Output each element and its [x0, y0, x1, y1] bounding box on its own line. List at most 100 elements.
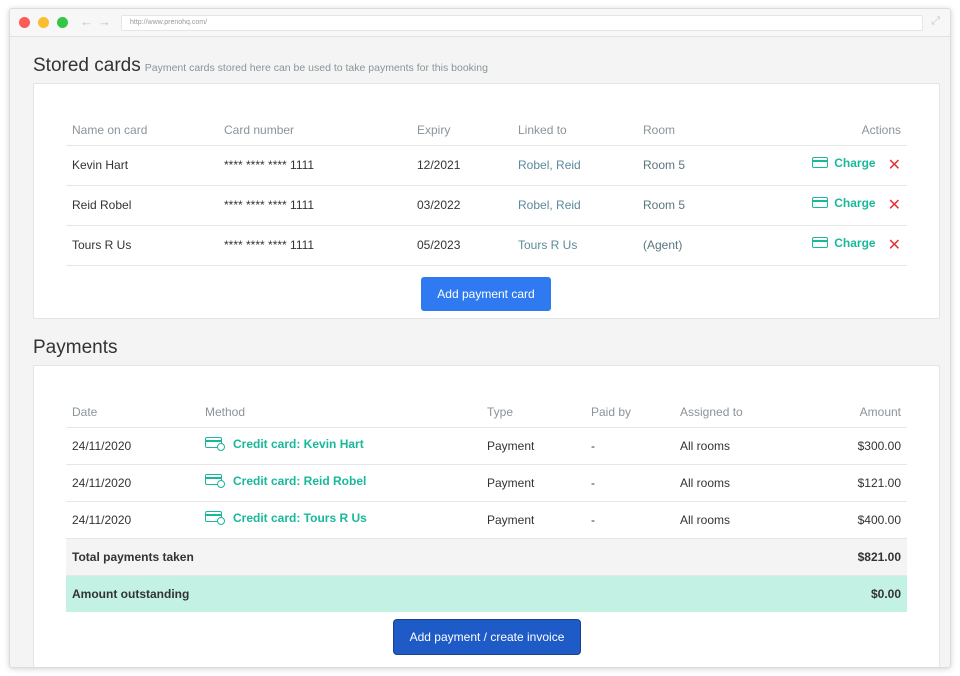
payment-amount: $300.00 — [824, 427, 907, 465]
payment-method: Credit card: Tours R Us — [199, 501, 481, 539]
card-room: (Agent) — [637, 225, 757, 266]
payment-method-label: Credit card: Kevin Hart — [233, 437, 364, 451]
card-room: Room 5 — [637, 145, 757, 186]
card-name: Reid Robel — [66, 185, 218, 226]
payment-paid-by: - — [585, 464, 674, 502]
credit-card-icon — [812, 237, 829, 249]
delete-card-icon[interactable]: ✕ — [888, 195, 901, 215]
charge-button[interactable]: Charge — [812, 155, 876, 170]
table-row: 24/11/2020 Credit card: Kevin Hart Payme… — [66, 427, 907, 465]
payment-date: 24/11/2020 — [66, 464, 199, 502]
credit-card-check-icon — [205, 511, 225, 525]
credit-card-icon — [812, 197, 829, 209]
outstanding-value: $0.00 — [824, 575, 907, 612]
card-name: Kevin Hart — [66, 145, 218, 186]
stored-cards-panel: Name on card Card number Expiry Linked t… — [33, 83, 940, 319]
card-room: Room 5 — [637, 185, 757, 226]
total-label: Total payments taken — [66, 538, 824, 576]
payment-method-label: Credit card: Reid Robel — [233, 474, 367, 488]
payments-table: Date Method Type Paid by Assigned to Amo… — [66, 397, 907, 612]
table-row: 24/11/2020 Credit card: Reid Robel Payme… — [66, 464, 907, 502]
table-header-row: Name on card Card number Expiry Linked t… — [66, 115, 907, 146]
col-assigned-to: Assigned to — [674, 397, 824, 428]
back-arrow-icon[interactable]: ← — [80, 14, 93, 30]
delete-card-icon[interactable]: ✕ — [888, 235, 901, 255]
card-number: **** **** **** 1111 — [218, 225, 411, 266]
card-expiry: 05/2023 — [411, 225, 512, 266]
payment-assigned-to: All rooms — [674, 501, 824, 539]
charge-label: Charge — [834, 235, 876, 250]
col-paid-by: Paid by — [585, 397, 674, 428]
payment-method-link[interactable]: Credit card: Reid Robel — [205, 474, 366, 488]
table-row: Kevin Hart **** **** **** 1111 12/2021 R… — [66, 145, 907, 186]
payment-method: Credit card: Reid Robel — [199, 464, 481, 502]
page-content: Stored cards Payment cards stored here ca… — [10, 37, 950, 667]
payment-type: Payment — [481, 427, 585, 465]
col-expiry: Expiry — [411, 115, 512, 146]
stored-cards-title: Stored cards — [33, 55, 141, 76]
payment-assigned-to: All rooms — [674, 464, 824, 502]
table-row: 24/11/2020 Credit card: Tours R Us Payme… — [66, 501, 907, 539]
close-window-button[interactable] — [19, 17, 30, 28]
charge-button[interactable]: Charge — [812, 235, 876, 250]
charge-label: Charge — [834, 155, 876, 170]
col-card-number: Card number — [218, 115, 411, 146]
card-linked-to[interactable]: Robel, Reid — [512, 185, 637, 226]
table-row: Tours R Us **** **** **** 1111 05/2023 T… — [66, 225, 907, 266]
payment-method-link[interactable]: Credit card: Tours R Us — [205, 511, 367, 525]
expand-icon[interactable]: ⤢ — [931, 15, 940, 28]
col-name-on-card: Name on card — [66, 115, 218, 146]
delete-card-icon[interactable]: ✕ — [888, 155, 901, 175]
card-name: Tours R Us — [66, 225, 218, 266]
charge-button[interactable]: Charge — [812, 195, 876, 210]
payments-panel: Date Method Type Paid by Assigned to Amo… — [33, 365, 940, 667]
maximize-window-button[interactable] — [57, 17, 68, 28]
payment-date: 24/11/2020 — [66, 501, 199, 539]
card-actions: Charge ✕ — [757, 225, 907, 266]
card-actions: Charge ✕ — [757, 185, 907, 226]
charge-label: Charge — [834, 195, 876, 210]
payment-paid-by: - — [585, 427, 674, 465]
card-number: **** **** **** 1111 — [218, 185, 411, 226]
minimize-window-button[interactable] — [38, 17, 49, 28]
col-room: Room — [637, 115, 757, 146]
browser-window: ← → http://www.prenohq.com/ ⤢ Stored car… — [9, 8, 951, 668]
stored-cards-table: Name on card Card number Expiry Linked t… — [66, 115, 907, 266]
credit-card-icon — [812, 157, 829, 169]
outstanding-label: Amount outstanding — [66, 575, 824, 612]
forward-arrow-icon[interactable]: → — [98, 14, 111, 30]
col-actions: Actions — [757, 115, 907, 146]
payment-method: Credit card: Kevin Hart — [199, 427, 481, 465]
add-payment-card-button[interactable]: Add payment card — [421, 277, 551, 311]
payments-title: Payments — [33, 337, 118, 358]
card-number: **** **** **** 1111 — [218, 145, 411, 186]
card-linked-to[interactable]: Robel, Reid — [512, 145, 637, 186]
add-payment-invoice-button[interactable]: Add payment / create invoice — [394, 620, 580, 654]
payment-date: 24/11/2020 — [66, 427, 199, 465]
total-value: $821.00 — [824, 538, 907, 576]
browser-chrome: ← → http://www.prenohq.com/ ⤢ — [10, 9, 950, 37]
outstanding-row: Amount outstanding $0.00 — [66, 575, 907, 612]
table-header-row: Date Method Type Paid by Assigned to Amo… — [66, 397, 907, 428]
credit-card-check-icon — [205, 474, 225, 488]
address-bar[interactable]: http://www.prenohq.com/ — [121, 15, 923, 31]
col-linked-to: Linked to — [512, 115, 637, 146]
payment-amount: $121.00 — [824, 464, 907, 502]
total-row: Total payments taken $821.00 — [66, 538, 907, 576]
col-method: Method — [199, 397, 481, 428]
col-date: Date — [66, 397, 199, 428]
payment-paid-by: - — [585, 501, 674, 539]
payment-assigned-to: All rooms — [674, 427, 824, 465]
card-linked-to[interactable]: Tours R Us — [512, 225, 637, 266]
stored-cards-subtitle: Payment cards stored here can be used to… — [144, 62, 488, 74]
payment-method-label: Credit card: Tours R Us — [233, 511, 367, 525]
card-expiry: 12/2021 — [411, 145, 512, 186]
payment-type: Payment — [481, 501, 585, 539]
payment-method-link[interactable]: Credit card: Kevin Hart — [205, 437, 364, 451]
stored-cards-heading: Stored cards Payment cards stored here ca… — [33, 55, 488, 77]
table-row: Reid Robel **** **** **** 1111 03/2022 R… — [66, 185, 907, 226]
payment-amount: $400.00 — [824, 501, 907, 539]
col-amount: Amount — [824, 397, 907, 428]
card-expiry: 03/2022 — [411, 185, 512, 226]
col-type: Type — [481, 397, 585, 428]
